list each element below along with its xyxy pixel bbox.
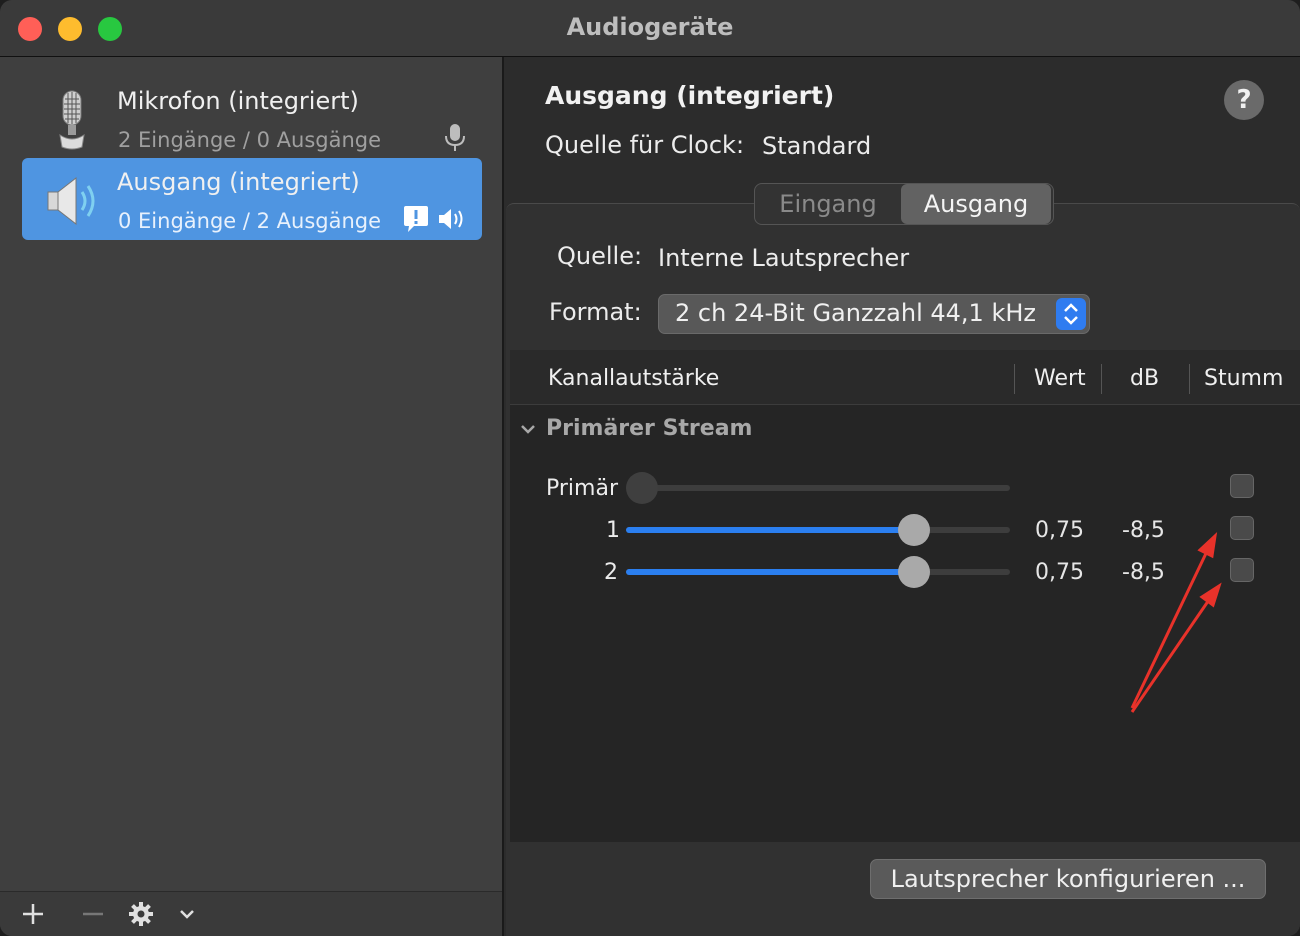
mute-checkbox-channel-2[interactable] xyxy=(1230,558,1254,582)
format-select[interactable]: 2 ch 24-Bit Ganzzahl 44,1 kHz xyxy=(658,294,1090,334)
volume-db: -8,5 xyxy=(1122,518,1165,543)
device-sidebar: Mikrofon (integriert) 2 Eingänge / 0 Aus… xyxy=(0,57,504,936)
channel-label: 2 xyxy=(604,560,618,585)
column-header-value[interactable]: Wert xyxy=(1034,366,1086,391)
tab-panel: Quelle: Interne Lautsprecher Format: 2 c… xyxy=(506,203,1300,936)
column-header-mute[interactable]: Stumm xyxy=(1204,366,1283,391)
chevron-down-icon xyxy=(521,425,535,434)
alert-bubble-icon xyxy=(404,206,428,232)
column-separator xyxy=(1189,364,1190,394)
source-value: Interne Lautsprecher xyxy=(658,244,910,272)
volume-slider-knob[interactable] xyxy=(898,514,930,546)
device-actions-menu-button[interactable] xyxy=(124,898,158,930)
volume-slider-channel-2[interactable] xyxy=(626,556,1010,588)
speaker-icon xyxy=(47,176,95,226)
window-title: Audiogeräte xyxy=(566,13,734,41)
device-channels: 0 Eingänge / 2 Ausgänge xyxy=(118,209,382,233)
format-stepper[interactable] xyxy=(1056,298,1086,330)
column-header-db[interactable]: dB xyxy=(1130,366,1159,391)
help-button[interactable]: ? xyxy=(1224,80,1264,120)
device-name: Ausgang (integriert) xyxy=(117,168,360,196)
up-down-chevron-icon xyxy=(1064,303,1078,325)
tab-input[interactable]: Eingang xyxy=(755,184,901,224)
sidebar-toolbar xyxy=(0,891,502,936)
mic-small-icon xyxy=(445,124,465,151)
device-item-output[interactable]: Ausgang (integriert) 0 Eingänge / 2 Ausg… xyxy=(22,158,482,240)
add-device-button[interactable] xyxy=(16,898,50,930)
plus-icon xyxy=(23,904,43,924)
device-channels: 2 Eingänge / 0 Ausgänge xyxy=(118,128,382,152)
channel-label: 1 xyxy=(606,518,620,543)
format-value: 2 ch 24-Bit Ganzzahl 44,1 kHz xyxy=(675,299,1036,327)
volume-value: 0,75 xyxy=(1035,560,1084,585)
tab-output[interactable]: Ausgang xyxy=(901,184,1051,224)
remove-device-button[interactable] xyxy=(76,898,110,930)
io-tab-bar: Eingang Ausgang xyxy=(754,183,1054,225)
channel-label: Primär xyxy=(546,476,618,501)
configure-speakers-button[interactable]: Lautsprecher konfigurieren ... xyxy=(870,859,1266,899)
volume-db: -8,5 xyxy=(1122,560,1165,585)
mute-checkbox-primary xyxy=(1230,474,1254,498)
minus-icon xyxy=(83,912,103,916)
title-bar: Audiogeräte xyxy=(0,0,1300,57)
gear-icon xyxy=(129,902,153,926)
volume-slider-primary xyxy=(626,472,1010,504)
device-detail-pane: Ausgang (integriert) ? Quelle für Clock:… xyxy=(504,57,1300,936)
volume-value: 0,75 xyxy=(1035,518,1084,543)
clock-source-label: Quelle für Clock: xyxy=(545,131,745,159)
selected-device-title: Ausgang (integriert) xyxy=(545,81,835,110)
microphone-icon xyxy=(59,90,85,150)
device-name: Mikrofon (integriert) xyxy=(117,87,359,115)
chevron-down-icon xyxy=(180,910,194,919)
source-label: Quelle: xyxy=(557,242,643,270)
volume-slider-channel-1[interactable] xyxy=(626,514,1010,546)
column-separator xyxy=(1014,364,1015,394)
stream-group-header[interactable]: Primärer Stream xyxy=(520,416,752,441)
column-header-channel[interactable]: Kanallautstärke xyxy=(548,366,719,391)
format-label: Format: xyxy=(549,298,642,326)
audio-devices-window: Audiogeräte Mikrofon (integriert) 2 Eing… xyxy=(0,0,1300,936)
device-actions-chevron[interactable] xyxy=(170,898,204,930)
speaker-small-icon xyxy=(439,209,463,229)
table-header: Kanallautstärke Wert dB Stumm xyxy=(510,350,1300,405)
channel-volume-table: Kanallautstärke Wert dB Stumm Primärer S… xyxy=(510,350,1300,842)
mute-checkbox-channel-1[interactable] xyxy=(1230,516,1254,540)
device-item-microphone[interactable]: Mikrofon (integriert) 2 Eingänge / 0 Aus… xyxy=(22,77,482,159)
column-separator xyxy=(1101,364,1102,394)
clock-source-value[interactable]: Standard xyxy=(762,132,871,160)
volume-slider-knob[interactable] xyxy=(898,556,930,588)
stream-group-label: Primärer Stream xyxy=(546,416,753,441)
volume-slider-fill xyxy=(626,527,914,533)
volume-slider-fill xyxy=(626,569,914,575)
volume-slider-knob xyxy=(626,472,658,504)
